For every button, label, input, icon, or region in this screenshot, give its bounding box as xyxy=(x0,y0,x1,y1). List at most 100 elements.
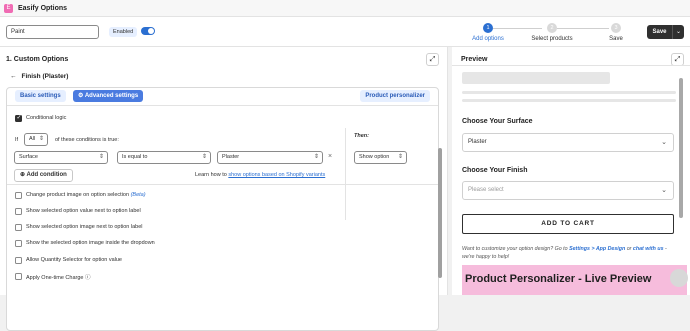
help-circle-icon[interactable]: ⓘ xyxy=(85,275,91,281)
custom-options-panel: 1. Custom Options ⤢ ← Finish (Plaster) Ba… xyxy=(0,47,448,331)
step-connector xyxy=(493,28,542,29)
then-divider xyxy=(345,128,346,220)
enabled-toggle[interactable] xyxy=(141,27,155,35)
option-set-header: Paint Enabled 1 2 3 Add options Select p… xyxy=(0,17,690,47)
scrollbar-thumb[interactable] xyxy=(438,148,442,278)
step-1-label[interactable]: Add options xyxy=(472,36,504,42)
app-design-link[interactable]: Settings > App Design xyxy=(569,246,625,252)
beta-badge: (Beta) xyxy=(130,192,146,198)
option-label: Show the selected option image inside th… xyxy=(26,240,155,246)
step-2-label[interactable]: Select products xyxy=(531,36,572,42)
all-any-select[interactable]: All ⇕ xyxy=(24,133,48,146)
learn-prefix: Learn how to xyxy=(195,172,229,178)
preview-divider xyxy=(452,65,690,66)
conditional-logic-label: Conditional logic xyxy=(26,115,67,121)
enabled-badge: Enabled xyxy=(109,27,138,37)
settings-tabs: Basic settings ⚙ Advanced settings Produ… xyxy=(7,88,438,105)
tab-advanced-settings[interactable]: ⚙ Advanced settings xyxy=(73,90,144,102)
skeleton-line xyxy=(462,91,676,94)
preview-panel: Preview ⤢ Choose Your Surface Plaster ⌄ C… xyxy=(452,47,690,295)
save-button[interactable]: Save xyxy=(647,25,672,39)
step-3-dot[interactable]: 3 xyxy=(611,23,621,33)
learn-how-text: Learn how to show options based on Shopi… xyxy=(195,172,325,178)
option-label: Change product image on option selection… xyxy=(26,192,146,198)
option-set-name-input[interactable]: Paint xyxy=(6,25,99,39)
banner-text: Product Personalizer - Live Preview xyxy=(465,273,652,285)
option-checkbox[interactable] xyxy=(15,224,22,231)
option-label: Allow Quantity Selector for option value xyxy=(26,257,122,263)
finish-select[interactable]: Please select ⌄ xyxy=(462,181,674,200)
progress-steps: 1 2 3 Add options Select products Save xyxy=(470,22,630,46)
surface-label: Choose Your Surface xyxy=(462,118,533,125)
step-3-label[interactable]: Save xyxy=(609,36,623,42)
chat-link[interactable]: chat with us xyxy=(633,246,664,252)
help-mid: or xyxy=(625,246,633,252)
then-action-select[interactable]: Show option ⇕ xyxy=(354,151,407,164)
option-checkbox[interactable] xyxy=(15,240,22,247)
add-condition-button[interactable]: ⊕ Add condition xyxy=(14,169,73,182)
then-label: Then: xyxy=(354,133,369,139)
step-2-dot[interactable]: 2 xyxy=(547,23,557,33)
step-connector xyxy=(557,28,609,29)
scrollbar[interactable] xyxy=(438,148,442,328)
option-label: Show selected option value next to optio… xyxy=(26,208,141,214)
app-logo-icon: E xyxy=(4,3,13,13)
save-menu-button[interactable]: ⌄ xyxy=(672,25,684,39)
back-link[interactable]: ← Finish (Plaster) xyxy=(10,73,68,80)
preview-scrollbar[interactable] xyxy=(679,78,683,218)
design-help-text: Want to customize your option design? Go… xyxy=(462,245,674,261)
option-checkbox[interactable] xyxy=(15,208,22,215)
preview-title: Preview xyxy=(461,56,488,63)
gear-icon: ⚙ xyxy=(78,93,85,99)
option-settings-card: Basic settings ⚙ Advanced settings Produ… xyxy=(6,87,442,331)
finish-placeholder: Please select xyxy=(468,187,504,193)
add-to-cart-button[interactable]: ADD TO CART xyxy=(462,214,674,234)
chevron-updown-icon: ⇕ xyxy=(98,154,104,160)
expand-button[interactable]: ⤢ xyxy=(426,53,439,66)
tab-basic-settings[interactable]: Basic settings xyxy=(15,90,66,102)
conditions-divider xyxy=(7,184,438,185)
option-name: Finish (Plaster) xyxy=(21,73,69,80)
condition-operator-value: Is equal to xyxy=(122,154,148,160)
option-checkbox[interactable] xyxy=(15,192,22,199)
help-prefix: Want to customize your option design? Go… xyxy=(462,246,570,252)
condition-operator-select[interactable]: Is equal to ⇕ xyxy=(117,151,211,164)
expand-icon: ⤢ xyxy=(674,56,681,63)
tab-product-personalizer[interactable]: Product personalizer xyxy=(360,90,430,102)
condition-field-value: Surface xyxy=(19,154,38,160)
chevron-updown-icon: ⇕ xyxy=(397,154,403,160)
chevron-updown-icon: ⇕ xyxy=(201,154,207,160)
remove-condition-icon[interactable]: × xyxy=(328,153,332,160)
condition-value-value: Plaster xyxy=(222,154,240,160)
condition-field-select[interactable]: Surface ⇕ xyxy=(14,151,108,164)
option-label-text: Change product image on option selection xyxy=(26,192,130,198)
conditional-logic-checkbox[interactable] xyxy=(15,114,22,122)
tabs-divider xyxy=(7,105,438,106)
conditions-text: of these conditions is true: xyxy=(55,137,119,143)
chevron-down-icon: ⌄ xyxy=(675,29,682,35)
skeleton-line xyxy=(462,99,676,102)
app-title: Easify Options xyxy=(18,4,68,12)
expand-icon: ⤢ xyxy=(429,56,436,63)
option-label: Show selected option image next to optio… xyxy=(26,224,143,230)
all-any-value: All xyxy=(29,136,36,142)
option-checkbox[interactable] xyxy=(15,273,22,280)
add-condition-label: Add condition xyxy=(26,172,67,178)
chat-icon[interactable] xyxy=(670,269,688,287)
shopify-variants-link[interactable]: show options based on Shopify variants xyxy=(228,172,325,178)
surface-select[interactable]: Plaster ⌄ xyxy=(462,133,674,152)
surface-value: Plaster xyxy=(468,139,487,145)
then-action-value: Show option xyxy=(359,154,390,160)
option-label-text: Apply One-time Charge xyxy=(26,275,84,281)
condition-value-select[interactable]: Plaster ⇕ xyxy=(217,151,323,164)
chevron-updown-icon: ⇕ xyxy=(313,154,319,160)
chevron-down-icon: ⌄ xyxy=(661,139,667,146)
option-checkbox[interactable] xyxy=(15,257,22,264)
option-label: Apply One-time Charge ⓘ xyxy=(26,273,91,281)
chevron-updown-icon: ⇕ xyxy=(38,136,44,142)
skeleton-title xyxy=(462,72,610,84)
tab-advanced-label: Advanced settings xyxy=(84,93,139,99)
step-1-dot[interactable]: 1 xyxy=(483,23,493,33)
finish-label: Choose Your Finish xyxy=(462,167,528,174)
title-bar: E Easify Options xyxy=(0,0,690,17)
